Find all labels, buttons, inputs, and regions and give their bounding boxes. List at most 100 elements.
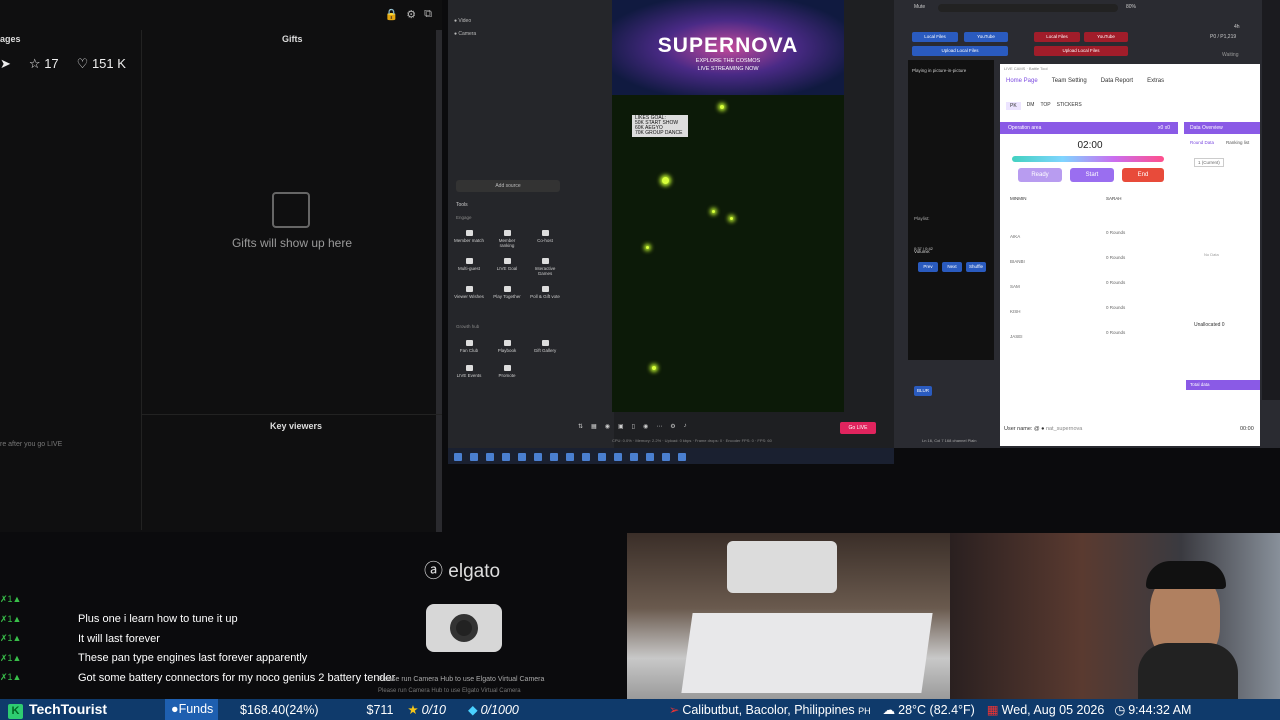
goal-line: 70K GROUP DANCE — [635, 130, 683, 136]
cloud-icon: ☁ — [882, 703, 896, 717]
youtube-button-alt[interactable]: YouTube — [1084, 32, 1128, 42]
app-icon[interactable] — [630, 453, 638, 461]
tiktok-icon[interactable] — [550, 453, 558, 461]
source-item-camera[interactable]: ● Camera — [454, 31, 476, 37]
settings-icon[interactable]: ⚙ — [670, 423, 675, 430]
calendar-icon: ▦ — [986, 703, 999, 717]
ranking-list-tab[interactable]: Ranking list — [1226, 140, 1249, 145]
app-icon[interactable] — [582, 453, 590, 461]
studio-sidebar: ● Video ● Camera Add source Tools Engage… — [448, 0, 614, 448]
windows-taskbar — [448, 448, 894, 464]
location: ➢ Calibutbut, Bacolor, Philippines PH — [669, 702, 871, 717]
fan-club-icon — [465, 340, 473, 346]
tool-poll[interactable]: Poll & Gift vote — [530, 286, 560, 299]
round-select[interactable]: 1 (Current) — [1194, 158, 1224, 167]
app-icon[interactable] — [518, 453, 526, 461]
tool-co-host[interactable]: Co-host — [530, 230, 560, 248]
nav-data-report[interactable]: Data Report — [1101, 78, 1133, 84]
app-icon[interactable] — [646, 453, 654, 461]
tool-promote[interactable]: Promote — [492, 365, 522, 378]
tool-live-goal[interactable]: LIVE Goal — [492, 258, 522, 276]
ready-button[interactable]: Ready — [1018, 168, 1062, 182]
speaker-icon[interactable]: ♪ — [684, 423, 687, 429]
app-icon[interactable] — [566, 453, 574, 461]
stream-ticker: K TechTourist ●Funds $168.40(24%) $711 ★ 0… — [0, 699, 1280, 720]
tool-label: Viewer Wishes — [454, 294, 484, 299]
mute-label[interactable]: Mute — [914, 4, 925, 10]
battle-progress-bar — [1012, 156, 1164, 162]
source-label: Video — [458, 18, 472, 24]
local-files-button-alt[interactable]: Local Files — [1034, 32, 1080, 42]
app-icon[interactable] — [662, 453, 670, 461]
source-label: Camera — [458, 31, 477, 37]
blur-button[interactable]: BLUR — [914, 386, 932, 396]
end-button[interactable]: End — [1122, 168, 1164, 182]
popout-icon[interactable]: ⧉ — [424, 8, 432, 21]
round-data-tab[interactable]: Round Data — [1190, 140, 1214, 145]
tool-live-events[interactable]: LIVE Events — [454, 365, 484, 378]
upload-button[interactable]: Upload Local Files — [912, 46, 1008, 56]
play-together-icon — [503, 286, 511, 292]
tool-gift-gallery[interactable]: Gift Gallery — [530, 340, 560, 353]
likes-goal-box: LIKES GOAL: 50K START SHOW 60K AEGYO 70K… — [632, 115, 688, 137]
tab-stickers[interactable]: STICKERS — [1057, 102, 1082, 110]
shuffle-icon[interactable]: ⇅ — [578, 423, 583, 430]
chrome-icon[interactable] — [614, 453, 622, 461]
layout-icon[interactable]: ▦ — [591, 423, 597, 430]
youtube-button[interactable]: YouTube — [964, 32, 1008, 42]
tool-member-match[interactable]: Member match — [454, 230, 484, 248]
tool-interactive-games[interactable]: Interactive Games — [530, 258, 560, 276]
tool-member-ranking[interactable]: Member ranking — [492, 230, 522, 248]
screen-icon[interactable]: ▣ — [618, 423, 624, 430]
camera-icon[interactable]: ◉ — [605, 423, 610, 430]
next-button[interactable]: Next — [942, 262, 962, 272]
app-icon[interactable] — [678, 453, 686, 461]
tool-fan-club[interactable]: Fan Club — [454, 340, 484, 353]
volume-slider[interactable] — [938, 4, 1118, 12]
more-icon[interactable]: ⋯ — [656, 423, 662, 430]
side-scroll-strip[interactable] — [1262, 0, 1280, 400]
source-item-video[interactable]: ● Video — [454, 18, 471, 24]
prev-button[interactable]: Prev — [918, 262, 938, 272]
record-icon[interactable]: ◉ — [643, 423, 648, 430]
funds-amount: $168.40(24%) — [240, 702, 319, 717]
app-icon[interactable] — [502, 453, 510, 461]
nav-extras[interactable]: Extras — [1147, 78, 1164, 84]
app-icon[interactable] — [598, 453, 606, 461]
elgato-brand: elgato — [448, 561, 501, 582]
tab-dm[interactable]: DM — [1027, 102, 1035, 110]
growth-grid: Fan Club Playbook Gift Gallery LIVE Even… — [454, 340, 566, 378]
nav-home[interactable]: Home Page — [1006, 78, 1038, 84]
tool-multi-guest[interactable]: Multi-guest — [454, 258, 484, 276]
search-icon[interactable] — [470, 453, 478, 461]
shuffle-button[interactable]: Shuffle — [966, 262, 986, 272]
start-icon[interactable] — [454, 453, 462, 461]
chat-text: Got some battery connectors for my noco … — [78, 671, 396, 684]
chat-message: ✗1▲ It will last forever — [0, 629, 620, 649]
start-button[interactable]: Start — [1070, 168, 1114, 182]
explorer-icon[interactable] — [486, 453, 494, 461]
face-camera-feed — [950, 533, 1280, 700]
games-icon — [541, 258, 549, 264]
gear-icon[interactable]: ⚙ — [406, 8, 416, 21]
pip-note: Playing in picture-in-picture — [912, 68, 967, 73]
nav-team-setting[interactable]: Team Setting — [1052, 78, 1087, 84]
tab-top[interactable]: TOP — [1040, 102, 1050, 110]
tool-label: Member ranking — [498, 238, 516, 248]
lock-icon[interactable]: 🔒 — [385, 8, 399, 21]
app-icon[interactable] — [534, 453, 542, 461]
phone-icon[interactable]: ▯ — [632, 423, 635, 430]
tool-playbook[interactable]: Playbook — [492, 340, 522, 353]
waiting-label: Waiting — [1222, 52, 1239, 58]
go-live-button[interactable]: Go LIVE — [840, 422, 876, 434]
tab-pk[interactable]: PK — [1006, 102, 1021, 110]
tool-play-together[interactable]: Play Together — [492, 286, 522, 299]
upload-button-alt[interactable]: Upload Local Files — [1034, 46, 1128, 56]
brand-name: TechTourist — [29, 700, 108, 717]
local-files-button[interactable]: Local Files — [912, 32, 958, 42]
username-value[interactable]: nat_supernova — [1046, 426, 1082, 432]
poll-icon — [541, 286, 549, 292]
add-source-button[interactable]: Add source — [456, 180, 560, 192]
tools-grid: Member match Member ranking Co-host Mult… — [454, 230, 566, 299]
tool-viewer-wishes[interactable]: Viewer Wishes — [454, 286, 484, 299]
